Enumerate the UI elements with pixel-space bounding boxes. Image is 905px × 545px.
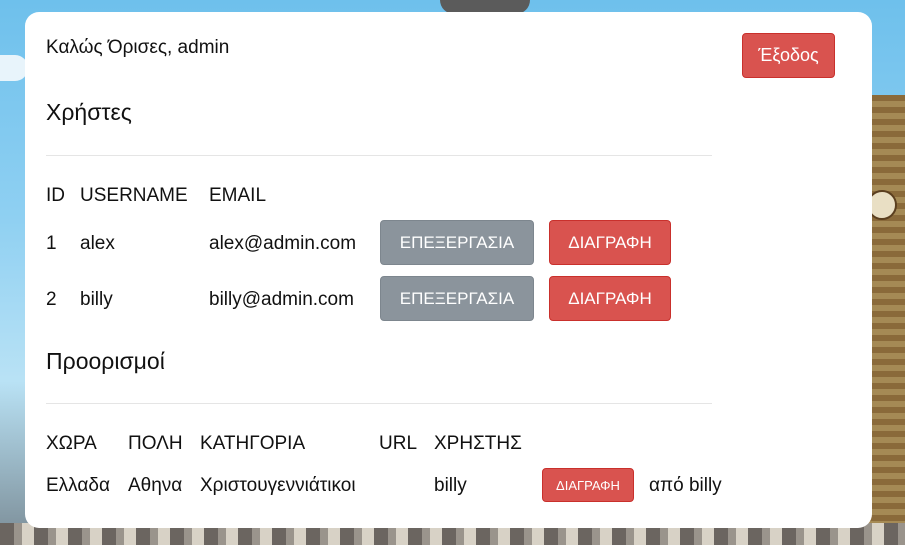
dest-row-1-by: από billy	[649, 475, 722, 496]
delete-destination-button[interactable]: ΔΙΑΓΡΑΦΗ	[542, 468, 634, 502]
dest-col-user: ΧΡΗΣΤΗΣ	[434, 433, 522, 454]
logout-button[interactable]: Έξοδος	[742, 33, 835, 78]
users-col-id: ID	[46, 185, 65, 206]
user-row-2-username: billy	[80, 289, 113, 310]
users-col-email: EMAIL	[209, 185, 267, 206]
background-cloud	[0, 55, 28, 81]
destinations-divider	[46, 403, 712, 404]
dest-col-url: URL	[379, 433, 418, 454]
destinations-section-title: Προορισμοί	[46, 348, 165, 374]
delete-user-button[interactable]: ΔΙΑΓΡΑΦΗ	[549, 276, 671, 321]
admin-panel-card: Καλώς Όρισες, admin Έξοδος Χρήστες ID US…	[25, 12, 872, 528]
user-row-1-id: 1	[46, 233, 57, 254]
user-row-1-email: alex@admin.com	[209, 233, 357, 254]
users-section-title: Χρήστες	[46, 99, 132, 125]
users-col-username: USERNAME	[80, 185, 188, 206]
user-row-2-email: billy@admin.com	[209, 289, 354, 310]
dest-row-1-city: Αθηνα	[128, 475, 183, 496]
dest-row-1-user: billy	[434, 475, 467, 496]
dest-col-country: ΧΩΡΑ	[46, 433, 97, 454]
dest-col-category: ΚΑΤΗΓΟΡΙΑ	[200, 433, 306, 454]
dest-row-1-country: Ελλαδα	[46, 475, 110, 496]
welcome-text: Καλώς Όρισες, admin	[46, 37, 230, 58]
delete-user-button[interactable]: ΔΙΑΓΡΑΦΗ	[549, 220, 671, 265]
user-row-2-id: 2	[46, 289, 57, 310]
dest-row-1-category: Χριστουγεννιάτικοι	[200, 475, 356, 496]
users-divider	[46, 155, 712, 156]
user-row-1-username: alex	[80, 233, 115, 254]
edit-user-button[interactable]: ΕΠΕΞΕΡΓΑΣΙΑ	[380, 220, 534, 265]
edit-user-button[interactable]: ΕΠΕΞΕΡΓΑΣΙΑ	[380, 276, 534, 321]
dest-col-city: ΠΟΛΗ	[128, 433, 183, 454]
